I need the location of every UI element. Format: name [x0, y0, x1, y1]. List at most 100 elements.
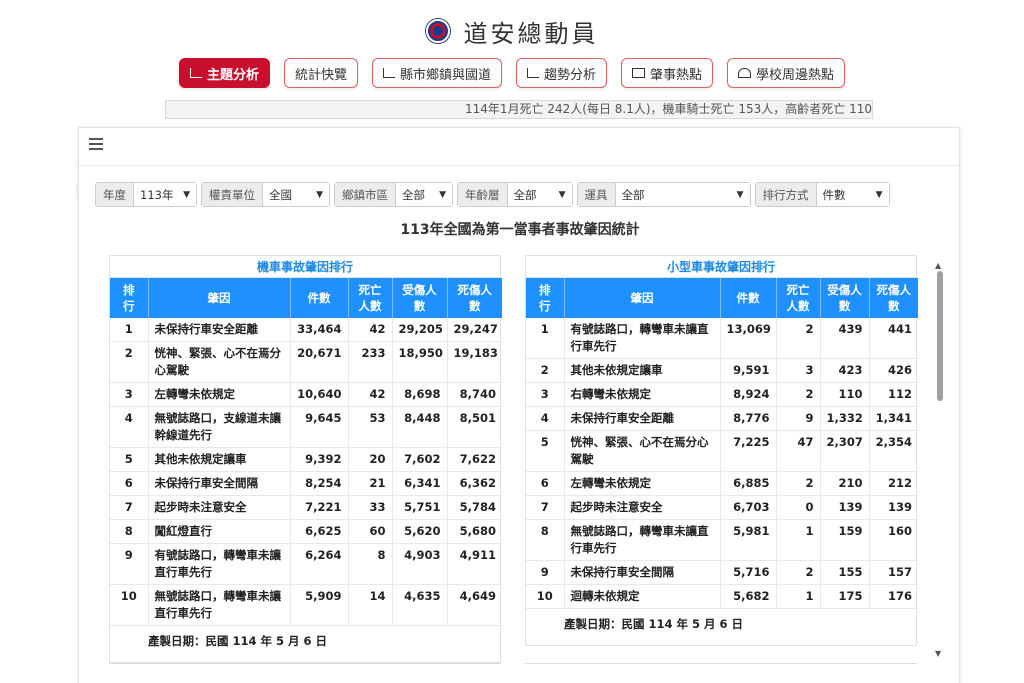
nav-school-hotspot-button[interactable]: 學校周邊熱點 [727, 58, 846, 88]
scrollbar[interactable]: ▲ ▼ [935, 261, 945, 661]
filter-age-group[interactable]: 年齡層 全部 ▼ [457, 182, 573, 207]
casualties-cell: 176 [869, 584, 918, 609]
deaths-cell: 3 [776, 358, 821, 383]
casualties-cell: 2,354 [869, 430, 918, 472]
injured-cell: 423 [820, 358, 870, 383]
table-row: 2 恍神、緊張、心不在焉分心駕駛 20,671 233 18,950 19,183 [110, 341, 502, 383]
year-select[interactable]: 113年 ▼ [134, 183, 196, 206]
filter-label: 運具 [577, 183, 616, 206]
count-cell: 7,221 [290, 495, 349, 520]
casualties-cell: 8,501 [447, 406, 502, 448]
rank-cell: 6 [110, 471, 149, 496]
filter-label: 年齡層 [458, 183, 508, 206]
table-row: 4 無號誌路口，支線道未讓幹線道先行 9,645 53 8,448 8,501 [110, 406, 502, 448]
injured-cell: 6,341 [392, 471, 448, 496]
scroll-up-icon[interactable]: ▲ [935, 261, 941, 270]
casualties-cell: 139 [869, 495, 918, 520]
main-card: 年度 113年 ▼ 權責單位 全國 ▼ 鄉鎮市區 全部 ▼ 年齡層 全部 ▼ 運具 全部… [78, 127, 960, 683]
injured-cell: 159 [820, 519, 870, 561]
menu-icon[interactable] [89, 138, 103, 152]
table-row: 10 迴轉未依規定 5,682 1 175 176 [526, 584, 918, 609]
cause-cell: 未保持行車安全距離 [148, 318, 291, 342]
table-row: 9 有號誌路口，轉彎車未讓直行車先行 6,264 8 4,903 4,911 [110, 543, 502, 585]
report-title: 113年全國為第一當事者事故肇因統計 [400, 222, 640, 238]
filter-sort[interactable]: 排行方式 件數 ▼ [754, 182, 890, 207]
injured-cell: 4,635 [392, 584, 448, 626]
casualties-cell: 212 [869, 471, 918, 496]
district-select[interactable]: 全部 ▼ [396, 183, 452, 206]
filter-district[interactable]: 鄉鎮市區 全部 ▼ [334, 182, 453, 207]
nav-accident-hotspot-button[interactable]: 肇事熱點 [621, 58, 714, 88]
casualties-cell: 426 [869, 358, 918, 383]
casualties-cell: 157 [869, 560, 918, 585]
table-body: 1 有號誌路口，轉彎車未讓直行車先行 13,069 2 439 441 2 其他未依規定讓車 9… [526, 318, 918, 609]
col-injured: 受傷人數 [392, 278, 448, 318]
injured-cell: 1,332 [820, 406, 870, 431]
nav-label: 統計快覽 [294, 67, 347, 83]
filter-vehicle[interactable]: 運具 全部 ▼ [576, 182, 751, 207]
filter-year[interactable]: 年度 113年 ▼ [95, 182, 197, 207]
rank-cell: 6 [526, 471, 565, 496]
cause-cell: 恍神、緊張、心不在焉分心駕駛 [148, 341, 291, 383]
count-cell: 5,682 [720, 584, 777, 609]
casualties-cell: 7,622 [447, 447, 502, 472]
col-cause: 肇因 [148, 278, 291, 318]
nav-theme-analysis-button[interactable]: 主題分析 [178, 58, 270, 88]
table-row: 6 左轉彎未依規定 6,885 2 210 212 [526, 471, 918, 496]
scroll-down-icon[interactable]: ▼ [935, 649, 941, 658]
count-cell: 9,645 [290, 406, 349, 448]
col-casualties: 死傷人數 [869, 278, 918, 318]
table-row: 2 其他未依規定讓車 9,591 3 423 426 [526, 358, 918, 383]
sort-select[interactable]: 件數 ▼ [816, 183, 889, 206]
ticker-text: 114年1月死亡 242人(每日 8.1人)，機車騎士死亡 153人，高齡者死亡… [465, 102, 872, 116]
vehicle-select[interactable]: 全部 ▼ [615, 183, 750, 206]
cause-cell: 無號誌路口，轉彎車未讓直行車先行 [148, 584, 291, 626]
cause-cell: 起步時未注意安全 [148, 495, 291, 520]
filter-label: 年度 [96, 183, 134, 206]
scroll-thumb[interactable] [937, 271, 943, 401]
filter-label: 權責單位 [202, 183, 263, 206]
deaths-cell: 20 [348, 447, 393, 472]
site-title[interactable]: 道安總動員 [464, 14, 599, 49]
nav-label: 主題分析 [206, 67, 259, 83]
count-cell: 7,225 [720, 430, 777, 472]
col-injured: 受傷人數 [820, 278, 870, 318]
rank-cell: 2 [110, 341, 149, 383]
cause-cell: 左轉彎未依規定 [564, 471, 721, 496]
filter-bar: 年度 113年 ▼ 權責單位 全國 ▼ 鄉鎮市區 全部 ▼ 年齡層 全部 ▼ 運具 全部… [95, 182, 890, 207]
casualties-cell: 19,183 [447, 341, 502, 383]
logo-icon[interactable] [425, 19, 450, 43]
injured-cell: 110 [820, 382, 870, 407]
rank-cell: 4 [110, 406, 149, 448]
rank-cell: 9 [110, 543, 149, 585]
deaths-cell: 53 [348, 406, 393, 448]
panel-title: 機車事故肇因排行 [110, 256, 500, 278]
cause-cell: 無號誌路口，轉彎車未讓直行車先行 [564, 519, 721, 561]
deaths-cell: 233 [348, 341, 393, 383]
count-cell: 5,716 [720, 560, 777, 585]
deaths-cell: 2 [776, 471, 821, 496]
authority-select[interactable]: 全國 ▼ [263, 183, 329, 206]
cause-cell: 有號誌路口，轉彎車未讓直行車先行 [564, 318, 721, 359]
bar-chart-icon [382, 68, 395, 78]
chevron-down-icon: ▼ [558, 189, 566, 200]
injured-cell: 175 [820, 584, 870, 609]
cause-cell: 起步時未注意安全 [564, 495, 721, 520]
rank-cell: 10 [110, 584, 149, 626]
filter-authority[interactable]: 權責單位 全國 ▼ [201, 182, 330, 207]
col-rank: 排行 [110, 278, 149, 318]
production-date: 產製日期：民國 114 年 5 月 6 日 [564, 617, 744, 631]
nav-county-highway-button[interactable]: 縣市鄉鎮與國道 [371, 58, 502, 88]
casualties-cell: 112 [869, 382, 918, 407]
injured-cell: 210 [820, 471, 870, 496]
age-group-select[interactable]: 全部 ▼ [507, 183, 572, 206]
nav-label: 趨勢分析 [544, 67, 597, 83]
deaths-cell: 2 [776, 382, 821, 407]
deaths-cell: 8 [348, 543, 393, 585]
casualties-cell: 8,740 [447, 382, 502, 407]
nav-trend-analysis-button[interactable]: 趨勢分析 [516, 58, 608, 88]
nav-stats-overview-button[interactable]: 統計快覽 [78, 58, 358, 194]
table-row: 1 有號誌路口，轉彎車未讓直行車先行 13,069 2 439 441 [526, 318, 918, 359]
main-nav: 主題分析 統計快覽 縣市鄉鎮與國道 趨勢分析 肇事熱點 學校周邊熱點 [0, 58, 1024, 194]
production-date: 產製日期：民國 114 年 5 月 6 日 [148, 634, 328, 648]
